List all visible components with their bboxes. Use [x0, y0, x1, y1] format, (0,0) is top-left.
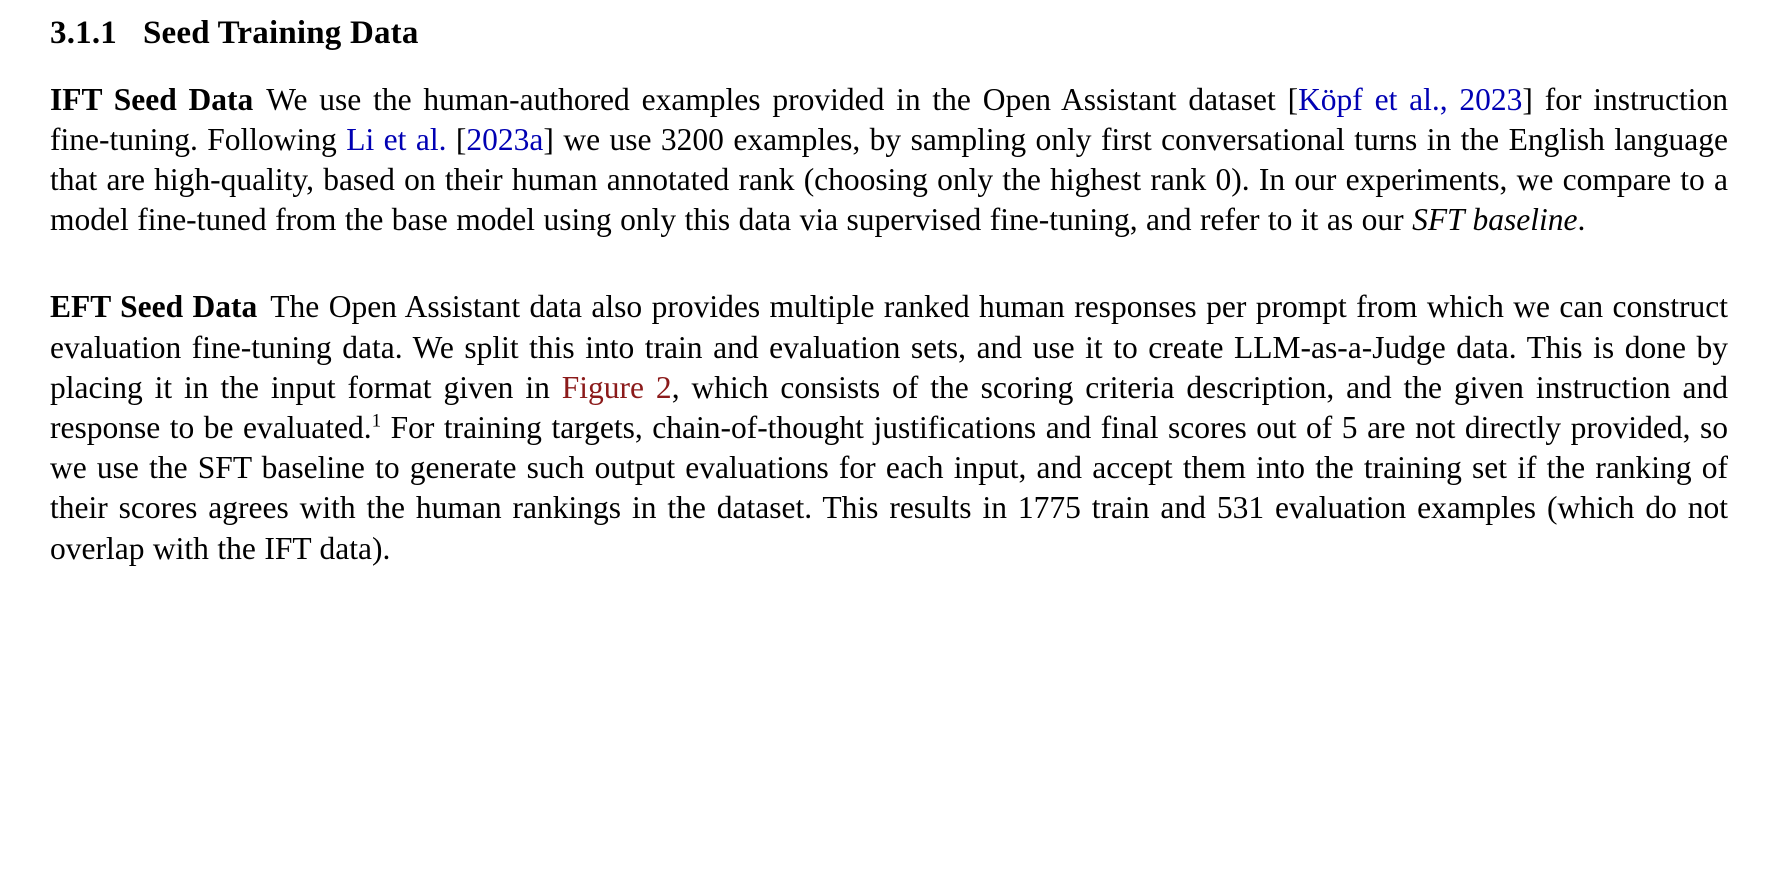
paragraph-lead-in: IFT Seed Data — [50, 81, 254, 117]
paragraph-eft-seed-data: EFT Seed Data The Open Assistant data als… — [50, 287, 1728, 568]
footnote-marker[interactable]: 1 — [372, 411, 382, 432]
section-title: Seed Training Data — [143, 15, 419, 51]
body-text: We use the human-authored examples provi… — [266, 81, 1299, 117]
body-text: . — [1577, 202, 1586, 238]
paragraph-ift-seed-data: IFT Seed Data We use the human-authored e… — [50, 80, 1728, 241]
paragraph-lead-in: EFT Seed Data — [50, 289, 258, 325]
citation-link[interactable]: Li et al. — [346, 122, 446, 157]
document-page: 3.1.1 Seed Training Data IFT Seed Data We … — [0, 0, 1778, 876]
body-text: [ — [446, 121, 467, 157]
emphasized-term: SFT baseline — [1412, 202, 1578, 238]
section-heading: 3.1.1 Seed Training Data — [50, 14, 1728, 54]
citation-link[interactable]: Köpf et al., 2023 — [1298, 82, 1522, 117]
figure-reference-link[interactable]: Figure 2 — [562, 370, 672, 405]
citation-link[interactable]: 2023a — [466, 122, 543, 157]
section-number: 3.1.1 — [50, 15, 117, 51]
